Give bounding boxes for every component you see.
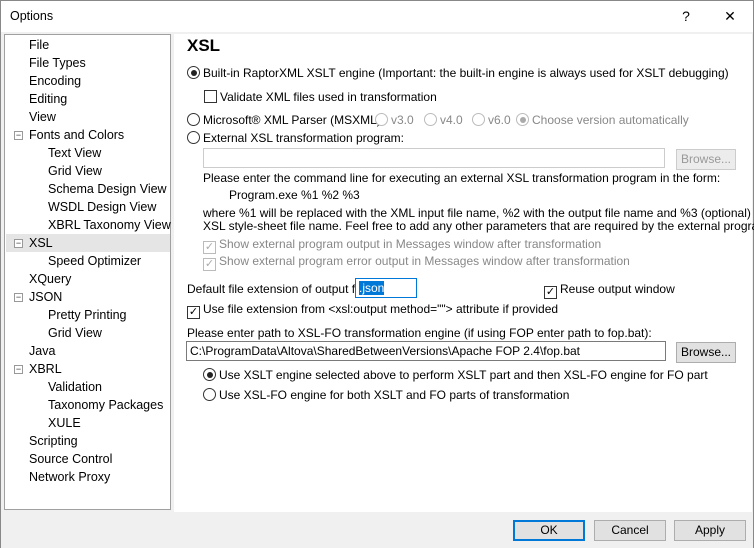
options-tree[interactable]: File File Types Encoding Editing View − Fonts … xyxy=(4,34,171,510)
radio-label: External XSL transformation program: xyxy=(203,131,404,145)
checkbox-label: Show external program error output in Me… xyxy=(219,254,630,268)
fo-label: Please enter path to XSL-FO transformati… xyxy=(187,326,652,340)
msxml-radio[interactable]: Microsoft® XML Parser (MSXML): xyxy=(187,113,384,127)
tree-item-network-proxy[interactable]: Network Proxy xyxy=(29,468,110,486)
tree-item-validation[interactable]: Validation xyxy=(48,378,102,396)
radio-label: v6.0 xyxy=(488,113,511,127)
tree-item-file[interactable]: File xyxy=(29,36,49,54)
page-title: XSL xyxy=(187,36,221,55)
fo-browse-button[interactable]: Browse... xyxy=(676,342,736,363)
radio-label: Use XSLT engine selected above to perfor… xyxy=(219,368,708,382)
help-text-1: Please enter the command line for execut… xyxy=(203,171,721,185)
tree-item-java[interactable]: Java xyxy=(29,342,55,360)
show-error-checkbox[interactable]: ✓ Show external program error output in M… xyxy=(203,254,630,271)
tree-item-grid-view[interactable]: Grid View xyxy=(48,324,102,342)
options-dialog: Options ? ✕ File File Types Encoding Editin… xyxy=(0,0,754,548)
radio-icon xyxy=(472,113,485,126)
button-bar: OK Cancel Apply xyxy=(1,512,753,548)
tree-item-file-types[interactable]: File Types xyxy=(29,54,86,72)
msxml-auto-radio[interactable]: Choose version automatically xyxy=(516,113,689,127)
radio-icon xyxy=(424,113,437,126)
radio-icon xyxy=(516,113,529,126)
msxml-v3-radio[interactable]: v3.0 xyxy=(375,113,414,127)
help-text-3: where %1 will be replaced with the XML i… xyxy=(203,206,754,220)
use-extension-checkbox[interactable]: ✓ Use file extension from <xsl:output met… xyxy=(187,302,558,319)
collapse-icon[interactable]: − xyxy=(14,365,23,374)
check-icon: ✓ xyxy=(544,286,557,299)
tree-item-encoding[interactable]: Encoding xyxy=(29,72,81,90)
tree-item-source-control[interactable]: Source Control xyxy=(29,450,112,468)
close-button[interactable]: ✕ xyxy=(715,5,745,27)
msxml-v4-radio[interactable]: v4.0 xyxy=(424,113,463,127)
tree-item-wsdl-design-view[interactable]: WSDL Design View xyxy=(48,198,156,216)
tree-item-fonts-and-colors[interactable]: Fonts and Colors xyxy=(29,126,124,144)
tree-item-json[interactable]: JSON xyxy=(29,288,62,306)
apply-button[interactable]: Apply xyxy=(674,520,746,541)
collapse-icon[interactable]: − xyxy=(14,131,23,140)
window-title: Options xyxy=(10,9,54,23)
tree-item-speed-optimizer[interactable]: Speed Optimizer xyxy=(48,252,141,270)
check-icon: ✓ xyxy=(203,258,216,271)
ext-label: Default file extension of output file: xyxy=(187,282,371,296)
checkbox-label: Show external program output in Messages… xyxy=(219,237,602,251)
fo-option-1-radio[interactable]: Use XSLT engine selected above to perfor… xyxy=(203,368,708,382)
reuse-output-checkbox[interactable]: ✓ Reuse output window xyxy=(544,282,675,299)
external-browse-button[interactable]: Browse... xyxy=(676,149,736,170)
check-icon: ✓ xyxy=(187,306,200,319)
tree-item-xbrl-taxonomy-view[interactable]: XBRL Taxonomy View xyxy=(48,216,171,234)
ok-button[interactable]: OK xyxy=(513,520,585,541)
fo-option-2-radio[interactable]: Use XSL-FO engine for both XSLT and FO p… xyxy=(203,388,569,402)
tree-item-taxonomy-packages[interactable]: Taxonomy Packages xyxy=(48,396,163,414)
help-text-4: XSL style-sheet file name. Feel free to … xyxy=(203,219,754,233)
help-button[interactable]: ? xyxy=(671,5,701,27)
checkbox-label: Validate XML files used in transformatio… xyxy=(220,90,437,104)
radio-icon xyxy=(187,113,200,126)
extension-input[interactable]: .json xyxy=(355,278,417,298)
radio-label: Choose version automatically xyxy=(532,113,689,127)
radio-icon xyxy=(203,388,216,401)
extension-value: .json xyxy=(359,281,385,295)
fo-path-input[interactable]: C:\ProgramData\Altova\SharedBetweenVersi… xyxy=(186,341,666,361)
tree-item-text-view[interactable]: Text View xyxy=(48,144,101,162)
radio-icon xyxy=(187,131,200,144)
radio-icon xyxy=(375,113,388,126)
builtin-engine-radio[interactable]: Built-in RaptorXML XSLT engine (Importan… xyxy=(187,66,729,80)
checkbox-icon xyxy=(204,90,217,103)
collapse-icon[interactable]: − xyxy=(14,239,23,248)
check-icon: ✓ xyxy=(203,241,216,254)
checkbox-label: Reuse output window xyxy=(560,282,675,296)
radio-icon xyxy=(203,368,216,381)
tree-item-pretty-printing[interactable]: Pretty Printing xyxy=(48,306,127,324)
title-bar: Options ? ✕ xyxy=(1,1,753,32)
radio-label: Built-in RaptorXML XSLT engine (Importan… xyxy=(203,66,729,80)
tree-item-schema-design-view[interactable]: Schema Design View xyxy=(48,180,167,198)
radio-label: v3.0 xyxy=(391,113,414,127)
tree-item-grid-view[interactable]: Grid View xyxy=(48,162,102,180)
help-text-2: Program.exe %1 %2 %3 xyxy=(229,188,360,202)
cancel-button[interactable]: Cancel xyxy=(594,520,666,541)
tree-item-view[interactable]: View xyxy=(29,108,56,126)
validate-xml-checkbox[interactable]: Validate XML files used in transformatio… xyxy=(204,90,437,104)
radio-label: Microsoft® XML Parser (MSXML): xyxy=(203,113,385,127)
external-program-input[interactable] xyxy=(203,148,665,168)
tree-item-xquery[interactable]: XQuery xyxy=(29,270,71,288)
tree-item-scripting[interactable]: Scripting xyxy=(29,432,78,450)
msxml-v6-radio[interactable]: v6.0 xyxy=(472,113,511,127)
external-program-radio[interactable]: External XSL transformation program: xyxy=(187,131,404,145)
show-output-checkbox[interactable]: ✓ Show external program output in Message… xyxy=(203,237,601,254)
radio-label: v4.0 xyxy=(440,113,463,127)
tree-item-editing[interactable]: Editing xyxy=(29,90,67,108)
checkbox-label: Use file extension from <xsl:output meth… xyxy=(203,302,559,316)
collapse-icon[interactable]: − xyxy=(14,293,23,302)
radio-label: Use XSL-FO engine for both XSLT and FO p… xyxy=(219,388,570,402)
tree-item-xsl[interactable]: XSL xyxy=(29,234,53,252)
radio-icon xyxy=(187,66,200,79)
xsl-settings-panel: XSL Built-in RaptorXML XSLT engine (Impo… xyxy=(174,34,754,512)
tree-item-xule[interactable]: XULE xyxy=(48,414,81,432)
tree-item-xbrl[interactable]: XBRL xyxy=(29,360,62,378)
